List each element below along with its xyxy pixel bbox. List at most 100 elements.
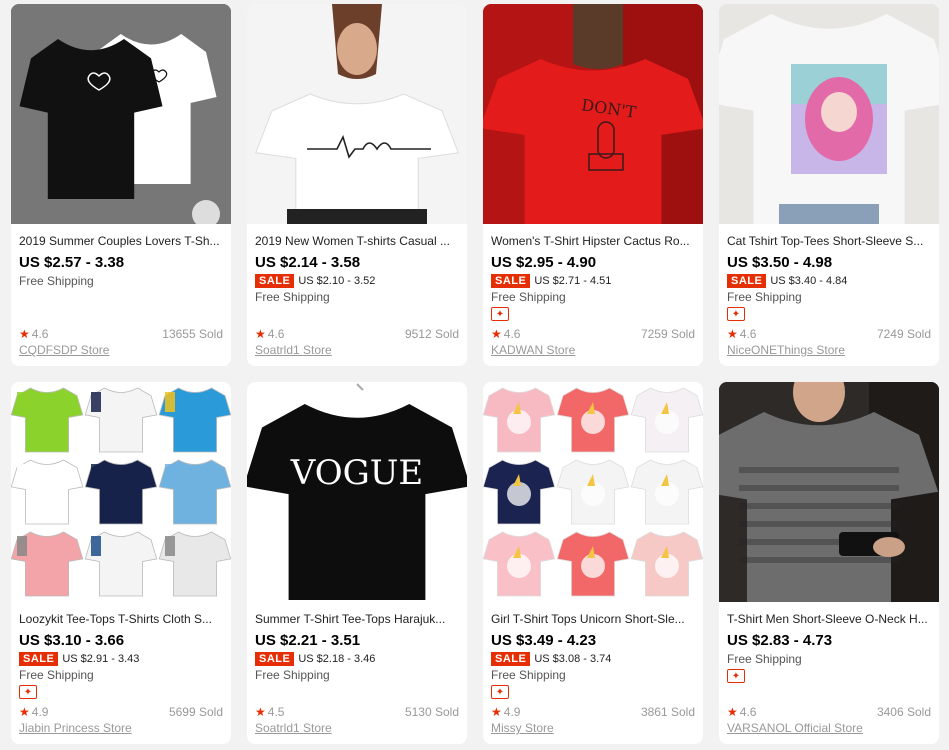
sale-row: SALE US $2.10 - 3.52 [255, 273, 459, 289]
product-card[interactable]: T-Shirt Men Short-Sleeve O-Neck H... US $… [719, 382, 939, 744]
rating-value: 4.9 [31, 705, 49, 719]
product-card[interactable]: VOGUE Summer T-Shirt Tee-Tops Harajuk... U… [247, 382, 467, 744]
sale-badge: SALE [19, 652, 59, 666]
product-price: US $3.50 - 4.98 [727, 254, 833, 271]
sale-row: SALE US $3.08 - 3.74 [491, 651, 695, 667]
product-title[interactable]: Women's T-Shirt Hipster Cactus Ro... [491, 233, 695, 249]
sale-badge: SALE [727, 274, 767, 288]
store-link[interactable]: Missy Store [491, 720, 695, 736]
sale-price: US $2.18 - 3.46 [298, 653, 376, 665]
store-link[interactable]: CQDFSDP Store [19, 342, 223, 358]
sale-price: US $2.91 - 3.43 [62, 653, 140, 665]
store-link[interactable]: KADWAN Store [491, 342, 695, 358]
shipping-info: Free Shipping [727, 290, 802, 304]
shipping-info: Free Shipping [255, 290, 330, 304]
product-price: US $2.95 - 4.90 [491, 254, 597, 271]
shipping-info: Free Shipping [491, 668, 566, 682]
sale-badge: SALE [491, 274, 531, 288]
sale-price: US $3.40 - 4.84 [770, 275, 848, 287]
shipping-info: Free Shipping [727, 652, 802, 666]
product-title[interactable]: Loozykit Tee-Tops T-Shirts Cloth S... [19, 611, 223, 627]
product-image[interactable] [483, 382, 703, 602]
store-link[interactable]: NiceONEThings Store [727, 342, 931, 358]
rating-value: 4.6 [31, 327, 49, 341]
product-title[interactable]: T-Shirt Men Short-Sleeve O-Neck H... [727, 611, 931, 627]
product-image[interactable] [11, 4, 231, 224]
coupon-icon: ✦ [491, 685, 509, 699]
sold-count: 9512 Sold [404, 327, 459, 341]
store-link[interactable]: VARSANOL Official Store [727, 720, 931, 736]
star-icon: ★ [727, 705, 738, 719]
product-price: US $2.21 - 3.51 [255, 632, 361, 649]
rating: ★ 4.6 [727, 326, 756, 342]
rating: ★ 4.9 [19, 704, 48, 720]
product-image[interactable] [719, 4, 939, 224]
star-icon: ★ [727, 327, 738, 341]
product-price: US $2.14 - 3.58 [255, 254, 361, 271]
product-image[interactable] [719, 382, 939, 602]
product-card[interactable]: 2019 New Women T-shirts Casual ... US $2.… [247, 4, 467, 366]
sold-count: 7249 Sold [876, 327, 931, 341]
rating: ★ 4.5 [255, 704, 284, 720]
sold-count: 3406 Sold [876, 705, 931, 719]
product-title[interactable]: Girl T-Shirt Tops Unicorn Short-Sle... [491, 611, 695, 627]
product-card[interactable]: Loozykit Tee-Tops T-Shirts Cloth S... US … [11, 382, 231, 744]
product-price: US $2.57 - 3.38 [19, 254, 125, 271]
sold-count: 5130 Sold [404, 705, 459, 719]
product-image[interactable] [247, 4, 467, 224]
star-icon: ★ [19, 705, 30, 719]
product-title[interactable]: 2019 New Women T-shirts Casual ... [255, 233, 459, 249]
product-price: US $3.49 - 4.23 [491, 632, 597, 649]
store-link[interactable]: Soatrld1 Store [255, 342, 459, 358]
sold-count: 7259 Sold [640, 327, 695, 341]
sale-row: SALE US $2.71 - 4.51 [491, 273, 695, 289]
rating: ★ 4.6 [727, 704, 756, 720]
product-image[interactable]: DON'T [483, 4, 703, 224]
sale-price: US $2.71 - 4.51 [534, 275, 612, 287]
sale-price: US $3.08 - 3.74 [534, 653, 612, 665]
shipping-info: Free Shipping [255, 668, 330, 682]
rating: ★ 4.9 [491, 704, 520, 720]
product-card[interactable]: 2019 Summer Couples Lovers T-Sh... US $2.… [11, 4, 231, 366]
product-title[interactable]: 2019 Summer Couples Lovers T-Sh... [19, 233, 223, 249]
coupon-icon: ✦ [727, 669, 745, 683]
rating-value: 4.5 [267, 705, 285, 719]
product-card[interactable]: Girl T-Shirt Tops Unicorn Short-Sle... US… [483, 382, 703, 744]
product-image[interactable]: VOGUE [247, 382, 467, 602]
sale-row: SALE US $2.18 - 3.46 [255, 651, 459, 667]
shipping-info: Free Shipping [19, 668, 94, 682]
sold-count: 13655 Sold [162, 327, 223, 341]
product-price: US $3.10 - 3.66 [19, 632, 125, 649]
sale-badge: SALE [255, 274, 295, 288]
coupon-icon: ✦ [727, 307, 745, 321]
rating-value: 4.6 [503, 327, 521, 341]
rating-value: 4.6 [739, 705, 757, 719]
svg-text:VOGUE: VOGUE [290, 453, 423, 493]
product-card[interactable]: Cat Tshirt Top-Tees Short-Sleeve S... US … [719, 4, 939, 366]
coupon-icon: ✦ [491, 307, 509, 321]
product-image[interactable] [11, 382, 231, 602]
star-icon: ★ [491, 705, 502, 719]
product-card[interactable]: DON'T Women's T-Shirt Hipster Cactus Ro..… [483, 4, 703, 366]
store-link[interactable]: Jiabin Princess Store [19, 720, 223, 736]
rating: ★ 4.6 [255, 326, 284, 342]
star-icon: ★ [255, 705, 266, 719]
rating: ★ 4.6 [491, 326, 520, 342]
rating-value: 4.6 [739, 327, 757, 341]
star-icon: ★ [491, 327, 502, 341]
star-icon: ★ [19, 327, 30, 341]
sale-row: SALE US $2.91 - 3.43 [19, 651, 223, 667]
sold-count: 5699 Sold [168, 705, 223, 719]
shipping-info: Free Shipping [491, 290, 566, 304]
store-link[interactable]: Soatrld1 Store [255, 720, 459, 736]
product-title[interactable]: Cat Tshirt Top-Tees Short-Sleeve S... [727, 233, 931, 249]
product-title[interactable]: Summer T-Shirt Tee-Tops Harajuk... [255, 611, 459, 627]
sale-badge: SALE [255, 652, 295, 666]
product-grid: 2019 Summer Couples Lovers T-Sh... US $2.… [0, 0, 949, 750]
sold-count: 3861 Sold [640, 705, 695, 719]
coupon-icon: ✦ [19, 685, 37, 699]
rating-value: 4.6 [267, 327, 285, 341]
sale-row: SALE US $3.40 - 4.84 [727, 273, 931, 289]
rating: ★ 4.6 [19, 326, 48, 342]
sale-badge: SALE [491, 652, 531, 666]
